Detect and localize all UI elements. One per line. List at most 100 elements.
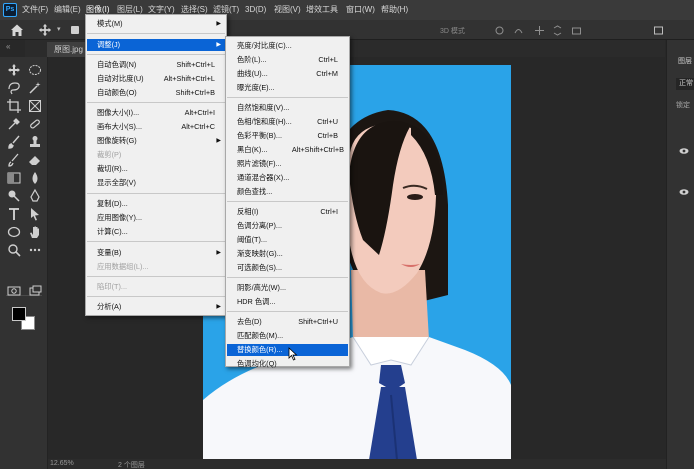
menu-help[interactable]: 帮助(H) bbox=[381, 4, 408, 16]
image-menu-item-canvas-size[interactable]: 画布大小(S)... Alt+Ctrl+C bbox=[87, 121, 225, 133]
hand-tool-icon[interactable] bbox=[27, 224, 43, 240]
adjust-item-channel-mixer[interactable]: 通道混合器(X)... bbox=[227, 172, 348, 184]
zoom-level[interactable]: 12.65% bbox=[50, 460, 74, 467]
ellipse-tool-icon[interactable] bbox=[6, 224, 22, 240]
adjust-item-exposure[interactable]: 曝光度(E)... bbox=[227, 82, 348, 94]
type-tool-icon[interactable] bbox=[6, 206, 22, 222]
quick-mask-icon[interactable] bbox=[6, 283, 22, 299]
foreground-color-swatch[interactable] bbox=[12, 307, 26, 321]
image-menu-item-duplicate[interactable]: 复制(D)... bbox=[87, 198, 225, 210]
image-menu-item-adjustments[interactable]: 调整(J) ▶ bbox=[87, 39, 225, 51]
more-tools-icon[interactable] bbox=[27, 242, 43, 258]
layers-tab[interactable]: 图层 bbox=[678, 56, 692, 66]
image-menu-item-variables[interactable]: 变量(B) ▶ bbox=[87, 247, 225, 259]
adjust-item-threshold[interactable]: 阈值(T)... bbox=[227, 234, 348, 246]
image-menu-item-auto-contrast[interactable]: 自动对比度(U) Alt+Shift+Ctrl+L bbox=[87, 73, 225, 85]
zoom-tool-icon[interactable] bbox=[6, 242, 22, 258]
pan-3d-icon[interactable] bbox=[534, 25, 545, 36]
image-menu-item-image-rotation[interactable]: 图像旋转(G) ▶ bbox=[87, 135, 225, 147]
adjust-item-hdr-toning[interactable]: HDR 色调... bbox=[227, 296, 348, 308]
eye-icon[interactable] bbox=[679, 188, 689, 196]
menu-3d[interactable]: 3D(D) bbox=[245, 4, 266, 16]
menu-edit[interactable]: 编辑(E) bbox=[54, 4, 81, 16]
menu-separator bbox=[227, 201, 348, 202]
gradient-tool-icon[interactable] bbox=[6, 170, 22, 186]
adjust-item-invert[interactable]: 反相(I) Ctrl+I bbox=[227, 206, 348, 218]
home-icon[interactable] bbox=[9, 22, 25, 38]
adjust-item-selective-color[interactable]: 可选颜色(S)... bbox=[227, 262, 348, 274]
frame-tool-icon[interactable] bbox=[27, 98, 43, 114]
brush-tool-icon[interactable] bbox=[6, 134, 22, 150]
history-brush-icon[interactable] bbox=[6, 152, 22, 168]
menu-plugins[interactable]: 增效工具 bbox=[306, 4, 338, 16]
menu-view[interactable]: 视图(V) bbox=[274, 4, 301, 16]
image-menu-item-trim[interactable]: 裁切(R)... bbox=[87, 163, 225, 175]
image-menu-item-trap[interactable]: 陷印(T)... bbox=[87, 281, 225, 293]
eyedropper-icon[interactable] bbox=[6, 116, 22, 132]
image-menu-item-mode[interactable]: 模式(M) ▶ bbox=[87, 18, 225, 30]
lock-label: 锁定 bbox=[676, 102, 690, 109]
adjust-item-color-balance[interactable]: 色彩平衡(B)... Ctrl+B bbox=[227, 130, 348, 142]
adjustments-submenu: 亮度/对比度(C)... 色阶(L)... Ctrl+L 曲线(U)... Ctrl… bbox=[225, 36, 350, 368]
screen-mode-icon[interactable] bbox=[27, 283, 43, 299]
auto-select-checkbox[interactable] bbox=[71, 26, 79, 34]
image-menu-item-apply-data-set[interactable]: 应用数据组(L)... bbox=[87, 261, 225, 273]
adjust-item-levels[interactable]: 色阶(L)... Ctrl+L bbox=[227, 54, 348, 66]
image-menu-item-crop[interactable]: 裁剪(P) bbox=[87, 149, 225, 161]
menu-window[interactable]: 窗口(W) bbox=[346, 4, 375, 16]
image-menu-item-auto-color[interactable]: 自动颜色(O) Shift+Ctrl+B bbox=[87, 87, 225, 99]
adjust-item-curves[interactable]: 曲线(U)... Ctrl+M bbox=[227, 68, 348, 80]
image-menu-item-reveal-all[interactable]: 显示全部(V) bbox=[87, 177, 225, 189]
adjust-item-photo-filter[interactable]: 照片滤镜(F)... bbox=[227, 158, 348, 170]
adjust-item-match-color[interactable]: 匹配颜色(M)... bbox=[227, 330, 348, 342]
image-menu-item-calculations[interactable]: 计算(C)... bbox=[87, 226, 225, 238]
stamp-tool-icon[interactable] bbox=[27, 134, 43, 150]
adjust-item-desaturate[interactable]: 去色(D) Shift+Ctrl+U bbox=[227, 316, 348, 328]
photoshop-logo-icon[interactable]: Ps bbox=[3, 3, 17, 17]
menu-separator bbox=[87, 193, 225, 194]
mouse-cursor-icon bbox=[288, 347, 298, 361]
blur-tool-icon[interactable] bbox=[27, 170, 43, 186]
layers-panel: 图层 正常 锁定 bbox=[666, 40, 694, 469]
menu-separator bbox=[87, 296, 225, 297]
adjust-item-brightness-contrast[interactable]: 亮度/对比度(C)... bbox=[227, 40, 348, 52]
image-menu-item-auto-tone[interactable]: 自动色调(N) Shift+Ctrl+L bbox=[87, 59, 225, 71]
image-menu-item-apply-image[interactable]: 应用图像(Y)... bbox=[87, 212, 225, 224]
adjust-item-hue-saturation[interactable]: 色相/饱和度(H)... Ctrl+U bbox=[227, 116, 348, 128]
move-tool-icon[interactable] bbox=[6, 62, 22, 78]
chevron-down-icon[interactable]: ▾ bbox=[57, 25, 65, 35]
rotate-3d-icon[interactable] bbox=[494, 25, 505, 36]
share-icon[interactable] bbox=[653, 25, 664, 36]
menu-separator bbox=[227, 277, 348, 278]
adjust-item-posterize[interactable]: 色调分离(P)... bbox=[227, 220, 348, 232]
spot-healing-icon[interactable] bbox=[27, 116, 43, 132]
crop-tool-icon[interactable] bbox=[6, 98, 22, 114]
blend-mode-select[interactable]: 正常 bbox=[676, 78, 694, 90]
menu-file[interactable]: 文件(F) bbox=[22, 4, 48, 16]
camera-3d-icon[interactable] bbox=[571, 25, 582, 36]
marquee-tool-icon[interactable] bbox=[27, 62, 43, 78]
adjust-item-color-lookup[interactable]: 颜色查找... bbox=[227, 186, 348, 198]
lasso-tool-icon[interactable] bbox=[6, 80, 22, 96]
document-info[interactable]: 2 个图层 bbox=[118, 460, 145, 469]
image-menu-item-analysis[interactable]: 分析(A) ▶ bbox=[87, 301, 225, 313]
image-menu-dropdown: 模式(M) ▶ 调整(J) ▶ 自动色调(N) Shift+Ctrl+L 自动对比度(… bbox=[85, 14, 227, 316]
magic-wand-icon[interactable] bbox=[27, 80, 43, 96]
collapse-panels-icon[interactable]: « bbox=[6, 42, 10, 51]
menu-separator bbox=[227, 311, 348, 312]
adjust-item-black-white[interactable]: 黑白(K)... Alt+Shift+Ctrl+B bbox=[227, 144, 348, 156]
slide-3d-icon[interactable] bbox=[552, 25, 563, 36]
image-menu-item-image-size[interactable]: 图像大小(I)... Alt+Ctrl+I bbox=[87, 107, 225, 119]
adjust-item-vibrance[interactable]: 自然饱和度(V)... bbox=[227, 102, 348, 114]
move-tool-icon[interactable] bbox=[38, 23, 52, 37]
eraser-tool-icon[interactable] bbox=[27, 152, 43, 168]
menu-separator bbox=[87, 241, 225, 242]
adjust-item-shadows-highlights[interactable]: 阴影/高光(W)... bbox=[227, 282, 348, 294]
dodge-tool-icon[interactable] bbox=[6, 188, 22, 204]
pen-tool-icon[interactable] bbox=[27, 188, 43, 204]
menu-separator bbox=[87, 276, 225, 277]
roll-3d-icon[interactable] bbox=[513, 25, 524, 36]
path-selection-icon[interactable] bbox=[27, 206, 43, 222]
adjust-item-gradient-map[interactable]: 渐变映射(G)... bbox=[227, 248, 348, 260]
eye-icon[interactable] bbox=[679, 147, 689, 155]
